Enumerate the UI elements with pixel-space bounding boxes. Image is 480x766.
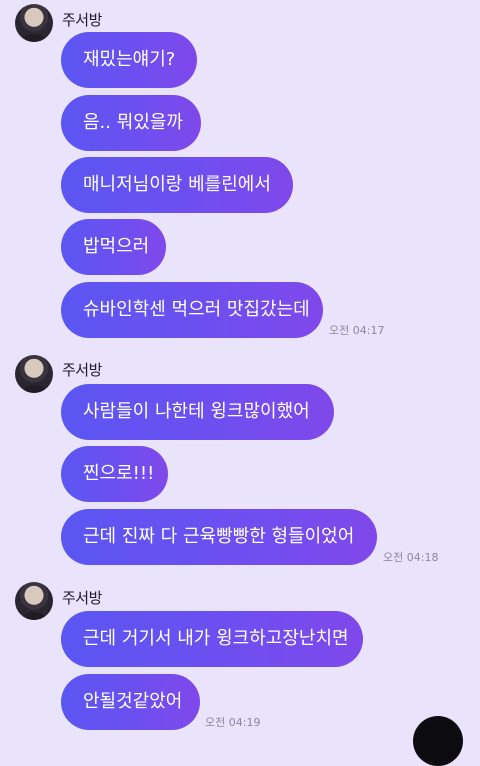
timestamp: 오전 04:18 <box>383 551 439 564</box>
message-bubble[interactable]: 매니저님이랑 베를린에서 <box>61 157 293 213</box>
sender-name: 주서방 <box>62 589 102 607</box>
message-bubble[interactable]: 슈바인학센 먹으러 맛집갔는데 <box>61 282 323 338</box>
timestamp: 오전 04:17 <box>329 324 385 337</box>
timestamp: 오전 04:19 <box>205 716 261 729</box>
avatar[interactable] <box>15 582 53 620</box>
avatar[interactable] <box>15 355 53 393</box>
floating-action-button[interactable] <box>413 716 463 766</box>
sender-name: 주서방 <box>62 361 102 379</box>
message-bubble[interactable]: 안될것같았어 <box>61 674 200 730</box>
avatar[interactable] <box>15 4 53 42</box>
message-bubble[interactable]: 음.. 뭐있을까 <box>61 95 201 151</box>
chat-thread[interactable]: 주서방 재밌는얘기? 음.. 뭐있을까 매니저님이랑 베를린에서 밥먹으러 슈바… <box>0 0 480 766</box>
sender-name: 주서방 <box>62 11 102 29</box>
message-bubble[interactable]: 재밌는얘기? <box>61 32 197 88</box>
message-bubble[interactable]: 밥먹으러 <box>61 219 166 275</box>
message-bubble[interactable]: 찐으로!!! <box>61 446 168 502</box>
message-bubble[interactable]: 근데 진짜 다 근육빵빵한 형들이었어 <box>61 509 377 565</box>
message-bubble[interactable]: 근데 거기서 내가 윙크하고장난치면 <box>61 611 363 667</box>
message-bubble[interactable]: 사람들이 나한테 윙크많이했어 <box>61 384 334 440</box>
